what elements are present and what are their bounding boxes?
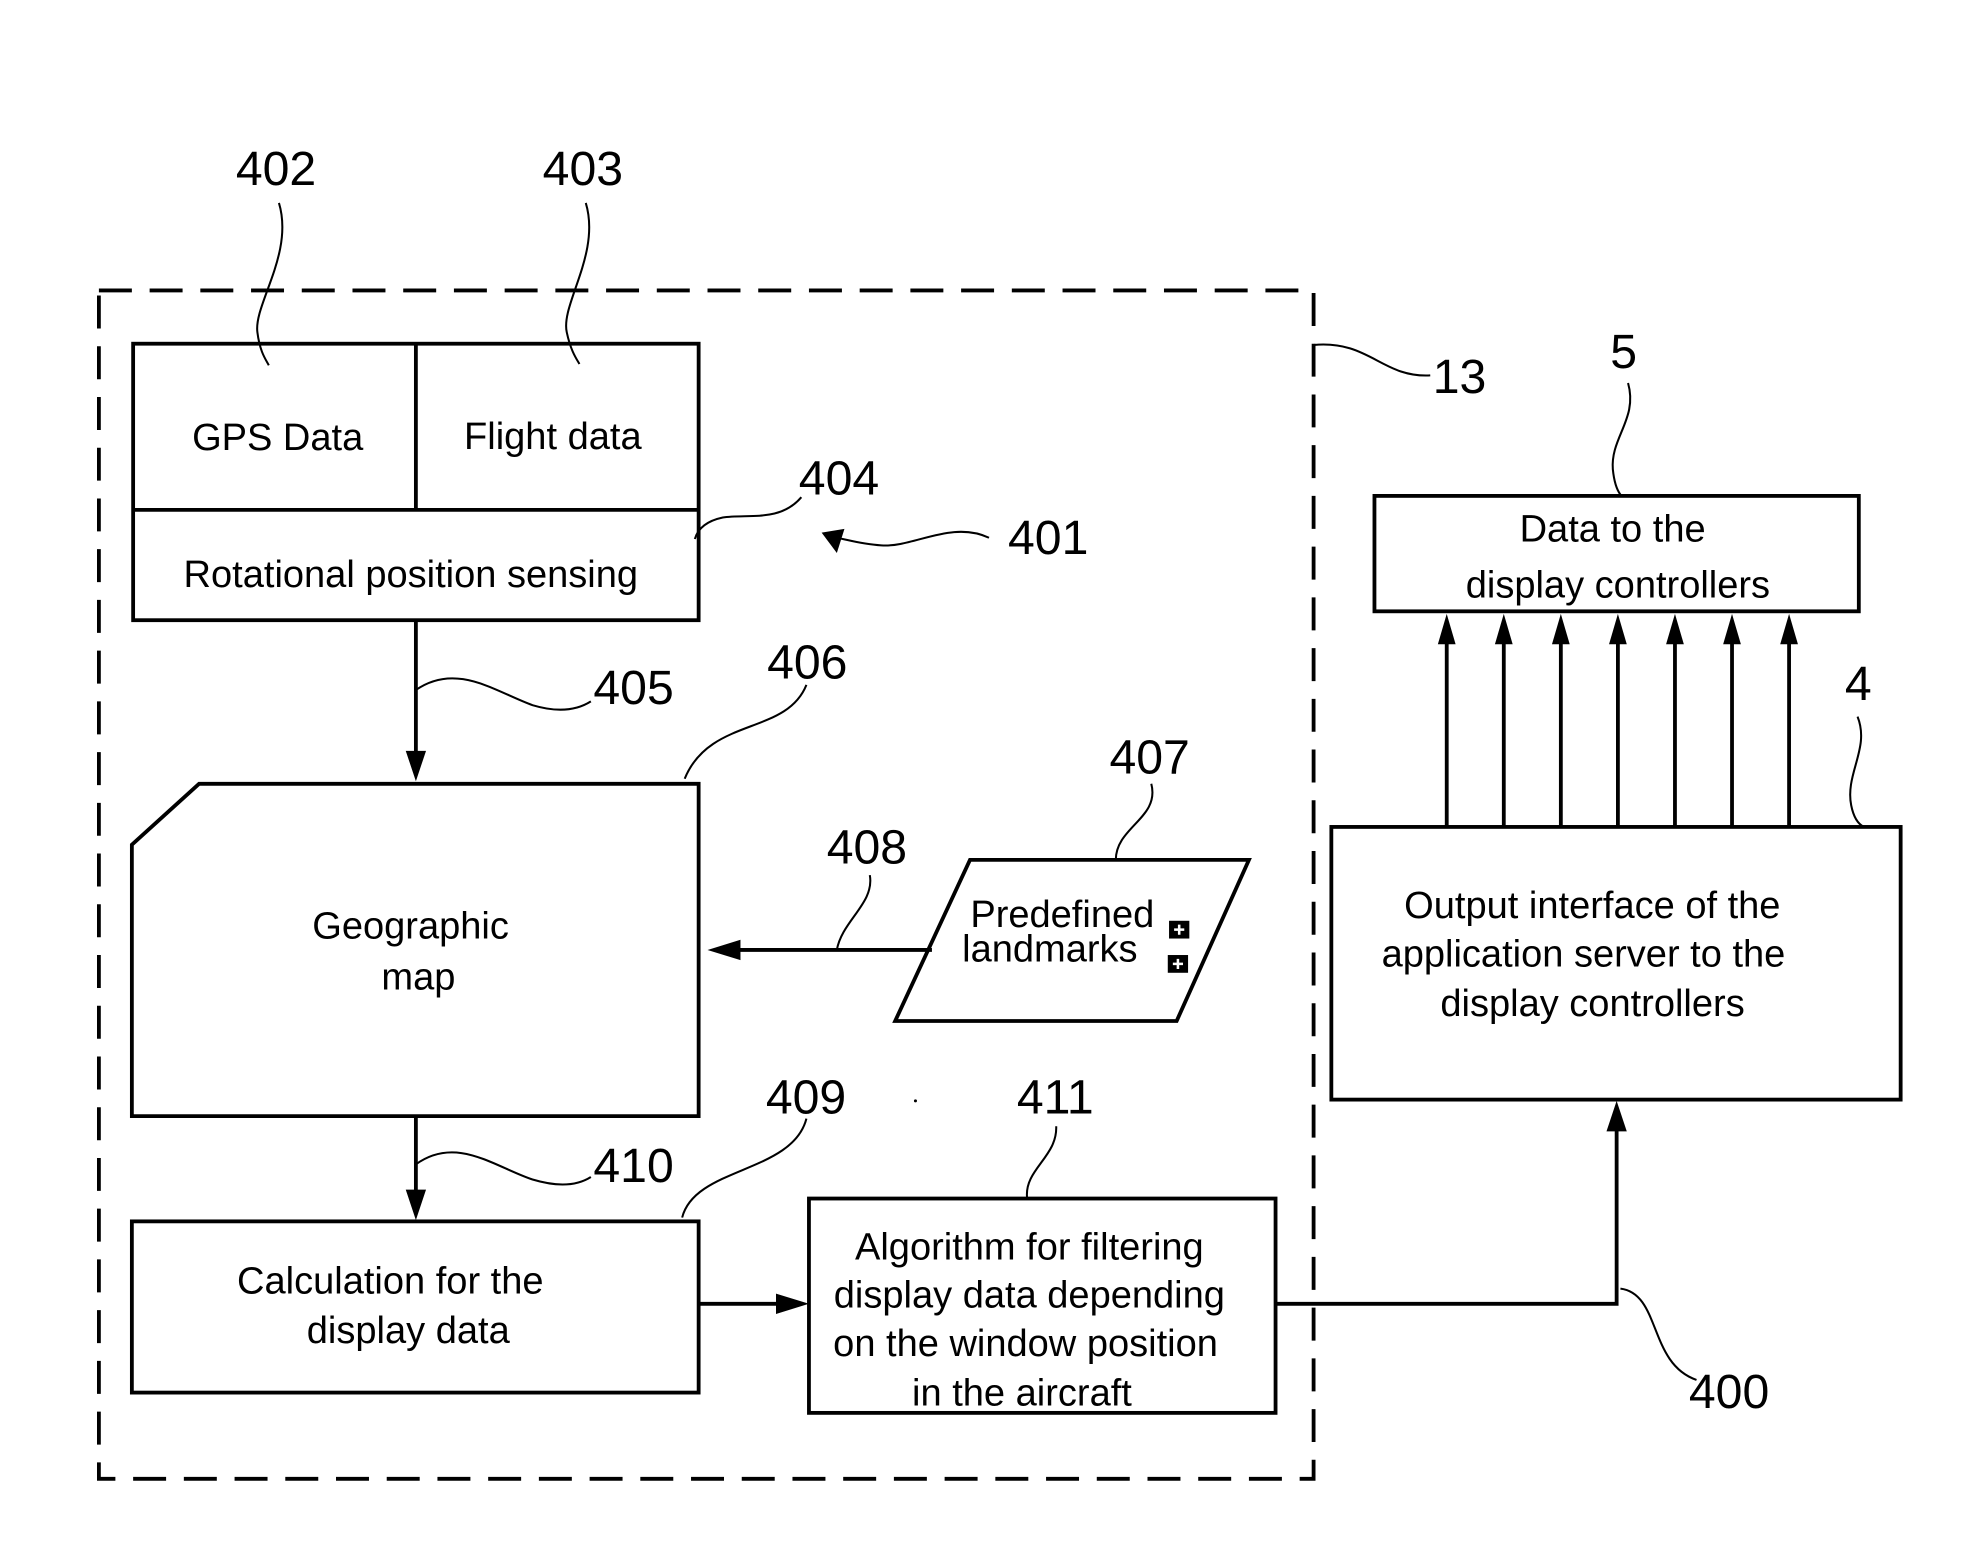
leader-5 — [1611, 382, 1632, 496]
gps-data-label: GPS Data — [192, 417, 364, 459]
calculation-block — [129, 1219, 701, 1395]
rotational-sensing-label: Rotational position sensing — [184, 554, 639, 596]
geographic-map-block — [129, 781, 701, 1118]
flight-data-label: Flight data — [464, 416, 642, 458]
arrowhead-400 — [1606, 1100, 1627, 1132]
landmark-plus-icon — [1167, 955, 1189, 973]
arrowhead-405 — [405, 750, 427, 782]
arrowhead-408 — [707, 939, 741, 961]
leader-411 — [1026, 1126, 1058, 1198]
leader-404 — [693, 496, 803, 540]
leader-409 — [681, 1118, 808, 1218]
landmark-plus-icon — [1169, 920, 1190, 939]
stray-dot — [913, 1099, 917, 1103]
output-to-data-arrows — [1437, 613, 1798, 827]
output-to-data-arrowhead — [1780, 613, 1798, 645]
output-to-data-arrowhead — [1551, 613, 1570, 645]
leader-406 — [683, 684, 808, 780]
leader-407 — [1114, 783, 1154, 860]
arrow-400 — [1275, 1126, 1619, 1306]
ref-406: 406 — [767, 636, 847, 690]
arrowhead-401 — [821, 528, 845, 553]
ref-409: 409 — [766, 1071, 846, 1125]
output-interface-label: Output interface of the application serv… — [1382, 885, 1796, 1025]
output-to-data-arrowhead — [1666, 613, 1684, 645]
ref-13: 13 — [1433, 350, 1487, 404]
ref-4: 4 — [1845, 657, 1872, 711]
leader-405 — [415, 677, 592, 711]
leader-402 — [256, 202, 284, 366]
leader-403 — [565, 202, 591, 365]
leader-400 — [1620, 1287, 1697, 1381]
ref-402: 402 — [236, 142, 316, 196]
leader-408 — [835, 874, 872, 951]
ref-410: 410 — [593, 1139, 673, 1193]
ref-403: 403 — [543, 142, 623, 196]
output-to-data-arrowhead — [1494, 613, 1513, 645]
leader-401 — [836, 530, 990, 547]
arrowhead-calc-to-algorithm — [775, 1293, 809, 1314]
output-to-data-arrowhead — [1723, 613, 1741, 645]
ref-400: 400 — [1689, 1365, 1769, 1419]
ref-405: 405 — [593, 661, 673, 715]
landmarks-label: Predefined landmarks — [962, 894, 1165, 970]
ref-401: 401 — [1008, 511, 1088, 565]
ref-404: 404 — [799, 452, 879, 506]
ref-5: 5 — [1610, 325, 1637, 379]
ref-411: 411 — [1017, 1071, 1094, 1125]
ref-408: 408 — [827, 821, 907, 875]
arrowhead-410 — [405, 1189, 427, 1221]
leader-13 — [1313, 343, 1431, 377]
output-to-data-arrowhead — [1437, 613, 1456, 645]
leader-410 — [415, 1151, 592, 1186]
output-to-data-arrowhead — [1609, 613, 1627, 645]
ref-407: 407 — [1109, 731, 1189, 785]
leader-4 — [1849, 716, 1865, 828]
patent-diagram: 13 GPS Data Flight data Rotational posit… — [96, 142, 1903, 1481]
